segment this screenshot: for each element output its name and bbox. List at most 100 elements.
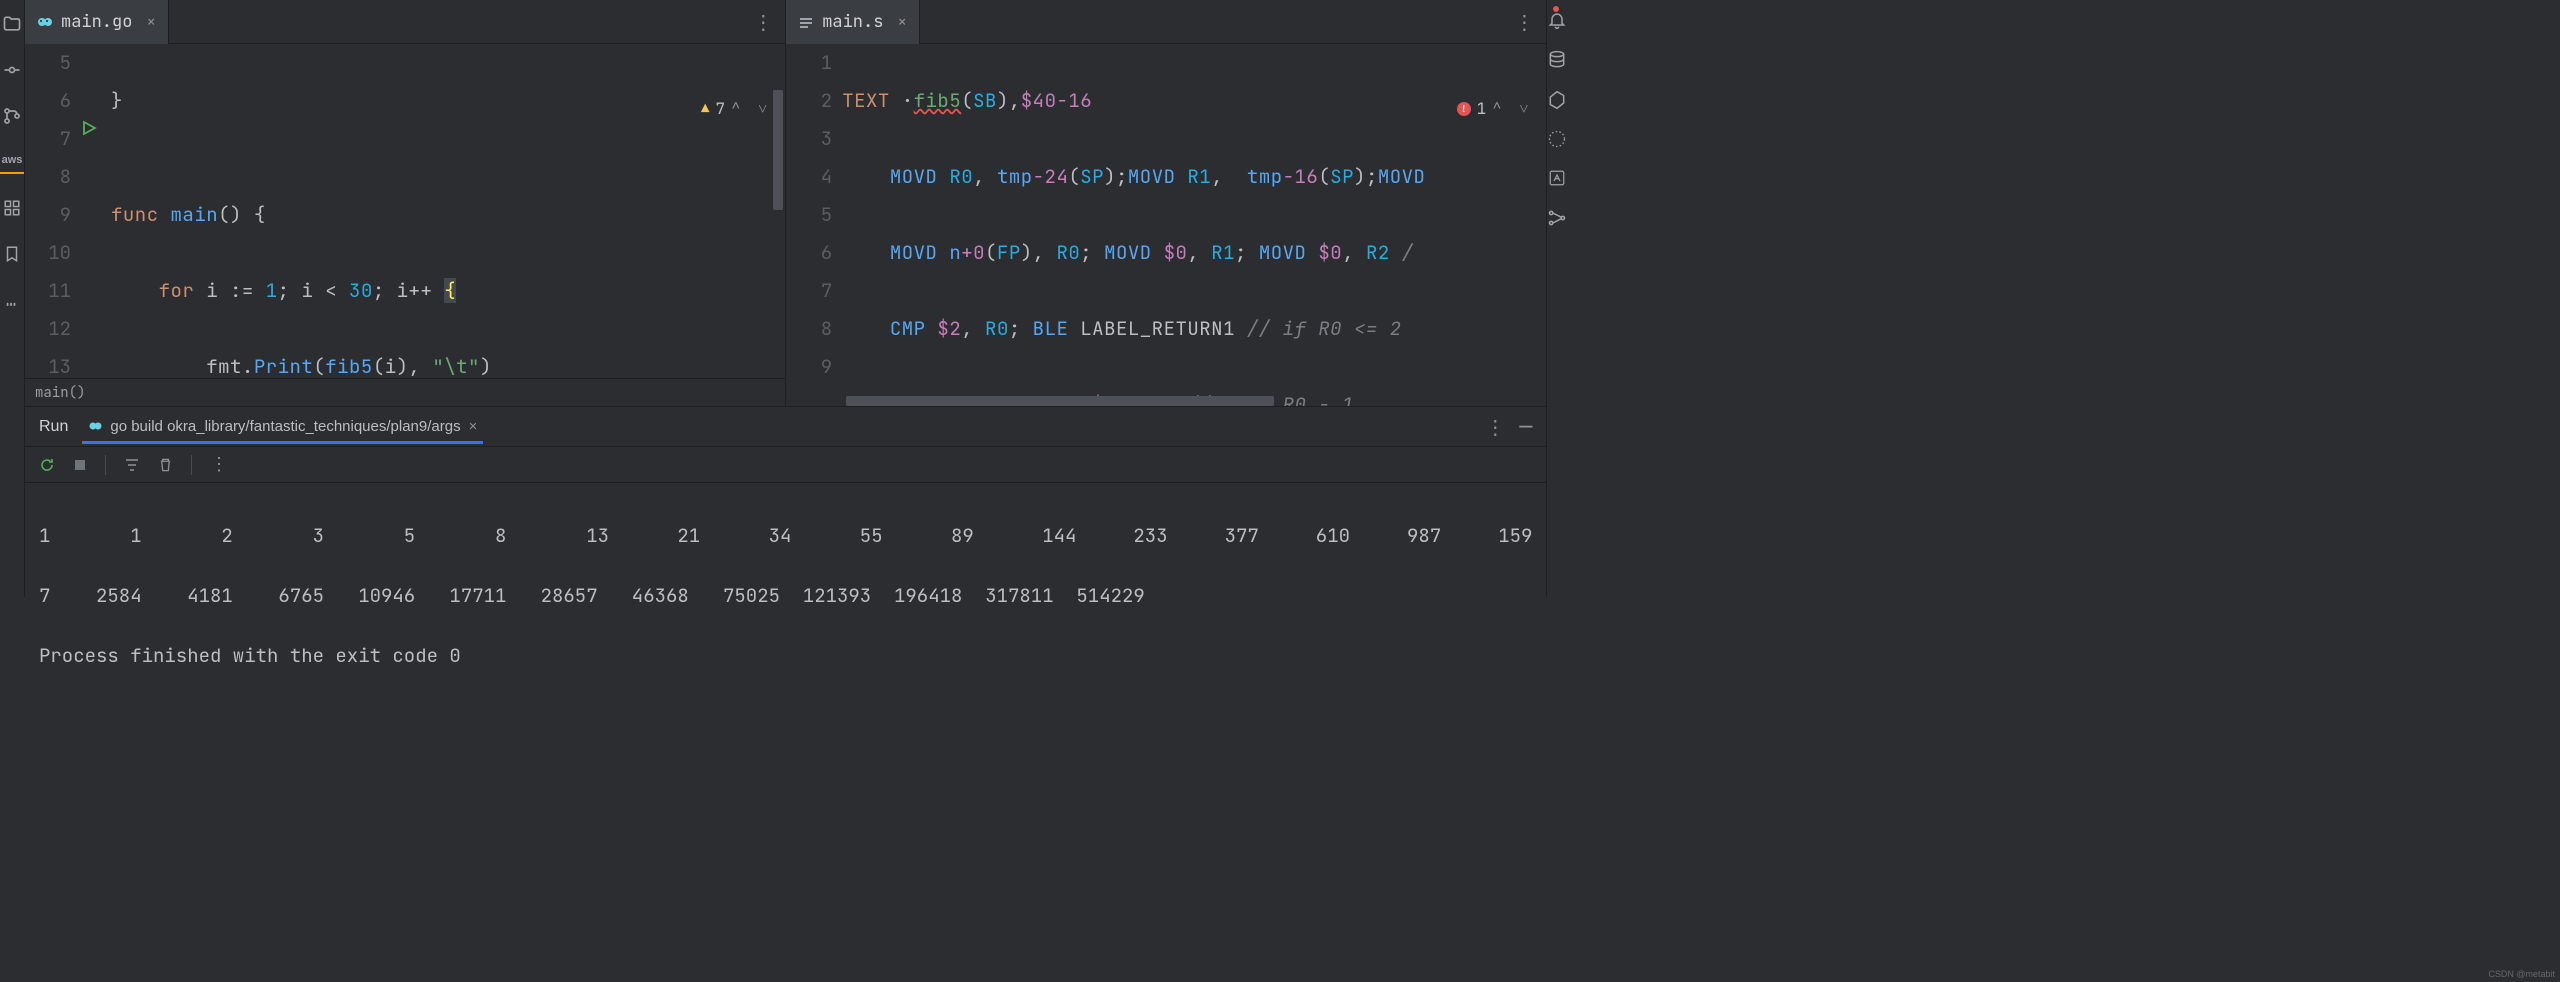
code-text: () { bbox=[218, 202, 266, 227]
close-icon[interactable]: × bbox=[891, 11, 907, 32]
breadcrumb[interactable]: main() bbox=[25, 378, 785, 406]
code-fn: Print bbox=[254, 354, 314, 378]
editor-body-left[interactable]: 5678910111213 } func main() { for i := 1… bbox=[25, 44, 785, 378]
stop-icon[interactable] bbox=[73, 458, 87, 472]
asm: , bbox=[1211, 164, 1247, 189]
asm: , bbox=[1342, 240, 1366, 265]
hex-icon[interactable] bbox=[1547, 90, 1567, 110]
diag-count: 7 bbox=[715, 98, 725, 119]
editor-body-right[interactable]: 123456789 TEXT ·fib5(SB),$40-16 MOVD R0,… bbox=[786, 44, 1546, 406]
close-icon[interactable]: × bbox=[140, 11, 156, 32]
asm: ( bbox=[985, 240, 997, 265]
toolbar-more-icon[interactable]: ⋮ bbox=[210, 453, 228, 476]
asm: MOVD bbox=[1128, 164, 1188, 189]
asm: MOVD bbox=[890, 164, 950, 189]
asm: ), bbox=[1021, 240, 1057, 265]
asm: BLE bbox=[1033, 316, 1081, 341]
main-area: main.go × ⋮ 5678910111213 bbox=[25, 0, 1546, 597]
diagnostic-badge-left[interactable]: ▲ 7 ^ ˅ bbox=[701, 98, 771, 119]
code-text: ( bbox=[313, 354, 325, 378]
dots-icon[interactable] bbox=[1548, 130, 1566, 148]
editors-split: main.go × ⋮ 5678910111213 bbox=[25, 0, 1546, 407]
code-str: "\t" bbox=[432, 354, 480, 378]
structure-icon[interactable] bbox=[0, 196, 24, 220]
trash-icon[interactable] bbox=[158, 457, 173, 473]
scrollbar-thumb[interactable] bbox=[773, 90, 783, 210]
breadcrumb-text: main() bbox=[35, 384, 85, 402]
aws-icon[interactable]: aws bbox=[0, 150, 24, 174]
asm: ( bbox=[1068, 164, 1080, 189]
code-right[interactable]: TEXT ·fib5(SB),$40-16 MOVD R0, tmp-24(SP… bbox=[842, 44, 1546, 406]
asm: ; bbox=[1009, 316, 1033, 341]
asm: ); bbox=[1354, 164, 1378, 189]
error-icon: ! bbox=[1457, 102, 1471, 116]
editor-right: main.s × ⋮ 123456789 TEXT ·fib5(SB),$40-… bbox=[786, 0, 1546, 406]
commit-icon[interactable] bbox=[0, 58, 24, 82]
code-fn: main bbox=[171, 202, 219, 227]
tab-main-go[interactable]: main.go × bbox=[25, 0, 169, 44]
asm: SP bbox=[1330, 164, 1354, 189]
tab-more-icon[interactable]: ⋮ bbox=[1514, 9, 1534, 35]
asm: tmp bbox=[1247, 164, 1283, 189]
asm: , bbox=[973, 164, 997, 189]
run-config-tab[interactable]: go build okra_library/fantastic_techniqu… bbox=[82, 410, 483, 444]
diagnostic-badge-right[interactable]: ! 1 ^ ˅ bbox=[1457, 98, 1533, 119]
font-preview-icon[interactable] bbox=[1548, 168, 1566, 188]
tab-more-icon[interactable]: ⋮ bbox=[753, 9, 773, 35]
run-header: Run go build okra_library/fantastic_tech… bbox=[25, 407, 1546, 447]
output-line: 7 2584 4181 6765 10946 17711 28657 46368… bbox=[39, 581, 1532, 611]
tabbar-right: main.s × ⋮ bbox=[786, 0, 1546, 44]
diag-nav-arrows[interactable]: ^ ˅ bbox=[1492, 98, 1532, 119]
run-toolbar: ⋮ bbox=[25, 447, 1546, 483]
code-left[interactable]: } func main() { for i := 1; i < 30; i++ … bbox=[111, 44, 785, 378]
close-icon[interactable]: × bbox=[469, 418, 478, 435]
diag-nav-arrows[interactable]: ^ ˅ bbox=[731, 98, 771, 119]
asm: R1 bbox=[1187, 164, 1211, 189]
run-minimize-icon[interactable]: — bbox=[1519, 412, 1532, 441]
rerun-icon[interactable] bbox=[39, 457, 55, 473]
graph-icon[interactable] bbox=[1547, 208, 1567, 228]
asm: -24 bbox=[1033, 164, 1069, 189]
gutter-run bbox=[81, 44, 111, 378]
run-more-icon[interactable]: ⋮ bbox=[1485, 414, 1505, 440]
code-kw: for bbox=[159, 278, 207, 303]
run-gutter-icon[interactable] bbox=[81, 120, 111, 136]
notifications-icon[interactable] bbox=[1547, 10, 1567, 30]
brace-highlight: { bbox=[444, 278, 456, 303]
asm: · bbox=[902, 88, 914, 113]
asm: LABEL_RETURN1 bbox=[1080, 316, 1235, 341]
asm: // if R0 <= 2 bbox=[1235, 316, 1414, 341]
left-toolbar: aws … bbox=[0, 0, 25, 597]
project-icon[interactable] bbox=[0, 12, 24, 36]
asm: R2 bbox=[1366, 240, 1390, 265]
code-text: } bbox=[111, 88, 123, 113]
asm: R0 bbox=[985, 316, 1009, 341]
bookmarks-icon[interactable] bbox=[0, 242, 24, 266]
asm: , bbox=[961, 316, 985, 341]
code-text: := bbox=[230, 278, 266, 303]
asm: / bbox=[1390, 240, 1414, 265]
asm: n bbox=[949, 240, 961, 265]
h-scrollbar[interactable] bbox=[846, 396, 1536, 406]
vcs-icon[interactable] bbox=[0, 104, 24, 128]
asm: ( bbox=[961, 88, 973, 113]
filter-icon[interactable] bbox=[124, 457, 140, 473]
tab-main-s[interactable]: main.s × bbox=[786, 0, 920, 44]
asm: ; bbox=[1235, 240, 1259, 265]
database-icon[interactable] bbox=[1547, 50, 1567, 70]
more-icon[interactable]: … bbox=[0, 288, 24, 312]
run-output[interactable]: 1 1 2 3 5 8 13 21 34 55 89 144 233 377 6… bbox=[25, 483, 1546, 735]
editor-left: main.go × ⋮ 5678910111213 bbox=[25, 0, 786, 406]
run-panel: Run go build okra_library/fantastic_tech… bbox=[25, 407, 1546, 735]
asm: MOVD bbox=[1259, 240, 1319, 265]
asm: , bbox=[1187, 240, 1211, 265]
run-label[interactable]: Run bbox=[39, 418, 68, 436]
code-kw: func bbox=[111, 202, 171, 227]
code-text: fmt bbox=[206, 354, 242, 378]
code-num: 30 bbox=[349, 278, 373, 303]
code-text: ; i++ bbox=[373, 278, 444, 303]
asm: MOVD bbox=[1378, 164, 1426, 189]
asm: R0 bbox=[1056, 240, 1080, 265]
asm: $40-16 bbox=[1021, 88, 1092, 113]
code-text: . bbox=[242, 354, 254, 378]
